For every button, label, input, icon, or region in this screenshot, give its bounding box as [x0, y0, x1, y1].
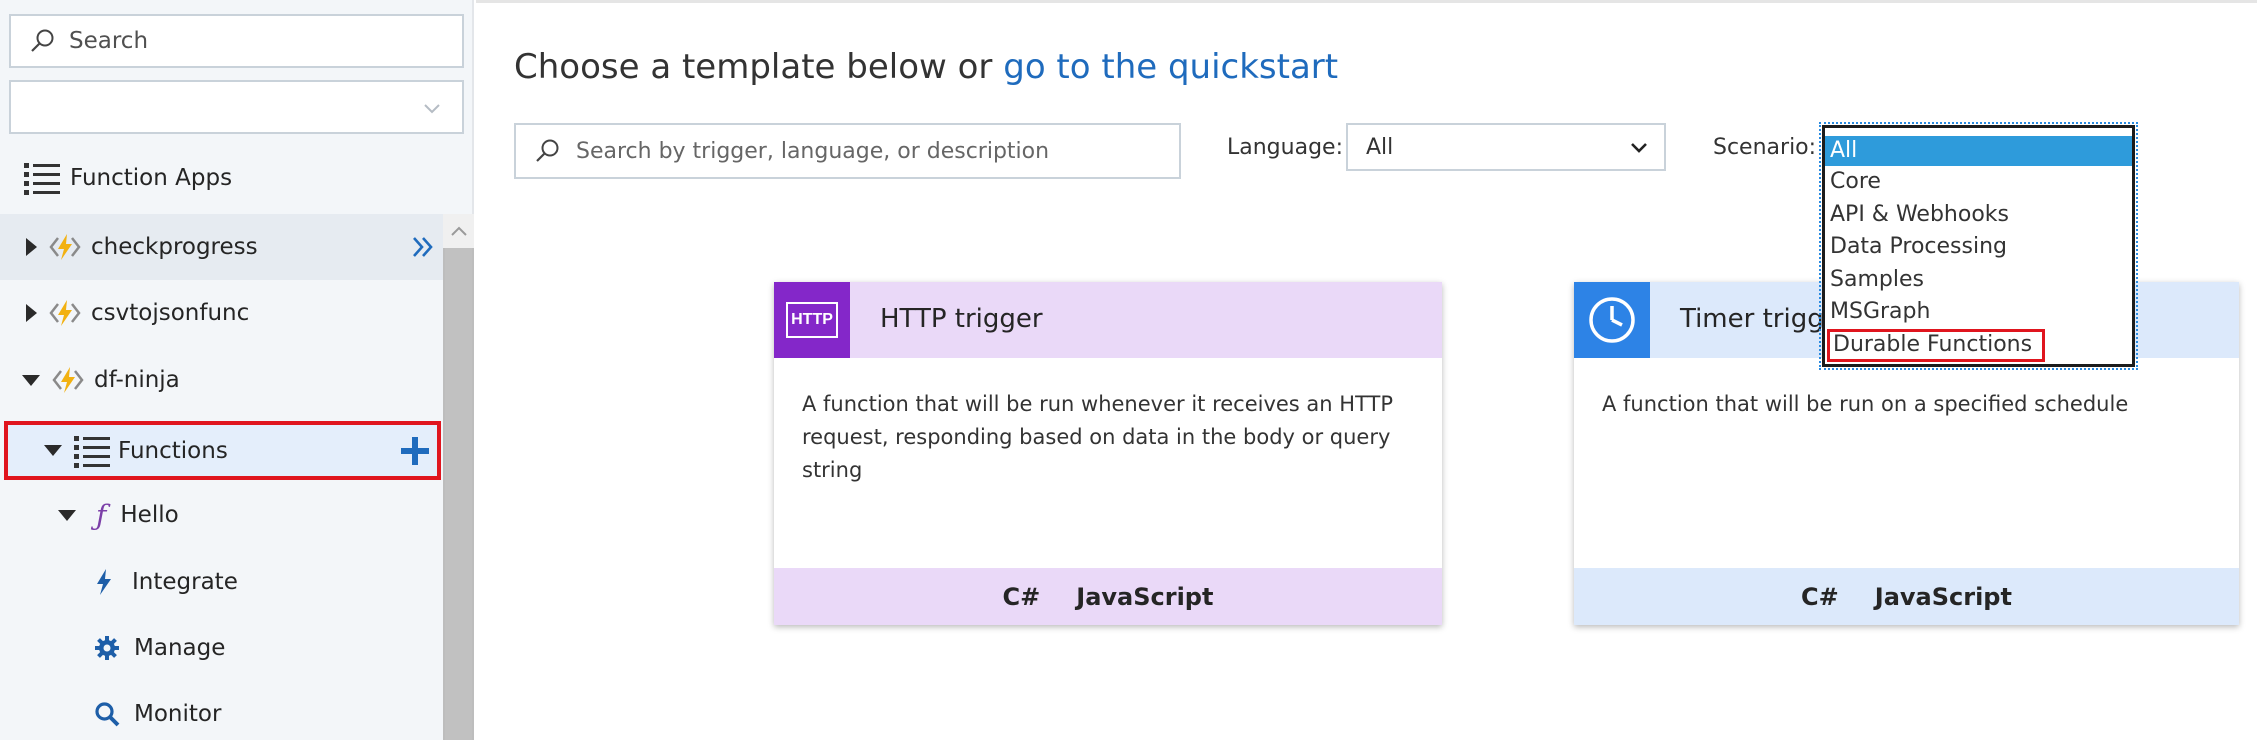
- tree-item-label: csvtojsonfunc: [91, 300, 250, 326]
- http-icon-text: HTTP: [791, 311, 833, 328]
- tree-item-label: checkprogress: [91, 234, 258, 260]
- tree-item-label: Monitor: [134, 701, 222, 727]
- language-value: All: [1366, 134, 1394, 160]
- clock-icon: [1574, 282, 1650, 358]
- sidebar-search-input[interactable]: Search: [9, 14, 464, 68]
- card-description: A function that will be run on a specifi…: [1602, 392, 2129, 416]
- scenario-option-msgraph[interactable]: MSGraph: [1825, 296, 2132, 329]
- tree-item-functions[interactable]: Functions: [4, 421, 441, 480]
- sidebar-scrollbar[interactable]: [443, 214, 474, 740]
- card-header: HTTP HTTP trigger: [774, 282, 1442, 358]
- scenario-option-samples[interactable]: Samples: [1825, 264, 2132, 297]
- collapse-icon[interactable]: [44, 445, 62, 456]
- tree-item-integrate[interactable]: Integrate: [0, 549, 443, 615]
- chevron-up-icon: [450, 226, 467, 236]
- scenario-label: Scenario:: [1713, 135, 1817, 160]
- language-javascript-link[interactable]: JavaScript: [1875, 583, 2012, 611]
- tree-item-csvtojsonfunc[interactable]: csvtojsonfunc: [0, 280, 443, 346]
- card-languages: C# JavaScript: [1574, 568, 2239, 625]
- collapse-icon[interactable]: [22, 374, 40, 386]
- tree-item-label: Hello: [120, 502, 179, 528]
- card-description: A function that will be run whenever it …: [802, 392, 1394, 482]
- tree-item-manage[interactable]: Manage: [0, 615, 443, 681]
- sidebar-search-placeholder: Search: [69, 28, 149, 54]
- lightning-icon: [97, 569, 111, 595]
- function-icon: ƒ: [96, 498, 107, 532]
- scenario-option-core[interactable]: Core: [1825, 166, 2132, 199]
- list-icon: [24, 163, 60, 195]
- tree-item-label: Manage: [134, 635, 226, 661]
- collapse-icon[interactable]: [58, 509, 76, 521]
- language-label: Language:: [1227, 135, 1343, 160]
- scroll-thumb[interactable]: [445, 248, 472, 740]
- gear-icon: [95, 636, 119, 660]
- scenario-option-api-webhooks[interactable]: API & Webhooks: [1825, 199, 2132, 232]
- plus-icon[interactable]: [401, 437, 429, 465]
- subscription-select[interactable]: [9, 80, 464, 134]
- template-search-input[interactable]: Search by trigger, language, or descript…: [514, 123, 1181, 179]
- card-languages: C# JavaScript: [774, 568, 1442, 625]
- sidebar: Search Function Apps checkprogress csvto…: [0, 0, 474, 740]
- language-csharp-link[interactable]: C#: [1801, 583, 1839, 611]
- heading-text: Choose a template below or: [514, 47, 993, 87]
- card-title: HTTP trigger: [880, 304, 1043, 334]
- tree-item-label: Integrate: [132, 569, 238, 595]
- chevron-down-icon: [424, 104, 440, 114]
- http-icon: HTTP: [774, 282, 850, 358]
- template-card-http-trigger[interactable]: HTTP HTTP trigger A function that will b…: [774, 282, 1442, 625]
- search-icon: [31, 29, 54, 52]
- search-icon: [536, 139, 559, 162]
- tree-item-label: df-ninja: [94, 367, 180, 393]
- main-content: Choose a template below or go to the qui…: [476, 0, 2257, 740]
- double-chevron-right-icon[interactable]: [411, 236, 435, 258]
- tree-item-checkprogress[interactable]: checkprogress: [0, 214, 443, 280]
- expand-icon[interactable]: [26, 304, 37, 322]
- function-apps-header[interactable]: Function Apps: [24, 158, 232, 198]
- language-javascript-link[interactable]: JavaScript: [1076, 583, 1213, 611]
- language-csharp-link[interactable]: C#: [1003, 583, 1041, 611]
- function-app-icon: [49, 300, 81, 326]
- function-app-icon: [52, 367, 84, 393]
- template-search-placeholder: Search by trigger, language, or descript…: [576, 138, 1050, 164]
- expand-icon[interactable]: [26, 238, 37, 256]
- list-icon: [74, 435, 110, 468]
- scroll-up-button[interactable]: [443, 214, 474, 248]
- scenario-option-data-processing[interactable]: Data Processing: [1825, 231, 2132, 264]
- tree-item-hello[interactable]: ƒ Hello: [0, 482, 443, 548]
- function-app-icon: [49, 234, 81, 260]
- magnifier-icon: [95, 702, 120, 727]
- language-select[interactable]: All: [1346, 123, 1666, 171]
- tree-item-df-ninja[interactable]: df-ninja: [0, 347, 443, 413]
- quickstart-link[interactable]: go to the quickstart: [1003, 47, 1338, 87]
- function-apps-label: Function Apps: [70, 165, 233, 191]
- scenario-dropdown-list[interactable]: All Core API & Webhooks Data Processing …: [1819, 122, 2138, 370]
- chevron-down-icon: [1631, 143, 1647, 153]
- tree-item-label: Functions: [118, 437, 228, 464]
- scenario-option-durable-functions[interactable]: Durable Functions: [1827, 328, 2046, 362]
- scenario-option-all[interactable]: All: [1825, 136, 2132, 166]
- tree-item-monitor[interactable]: Monitor: [0, 681, 443, 740]
- page-title: Choose a template below or go to the qui…: [514, 47, 1338, 87]
